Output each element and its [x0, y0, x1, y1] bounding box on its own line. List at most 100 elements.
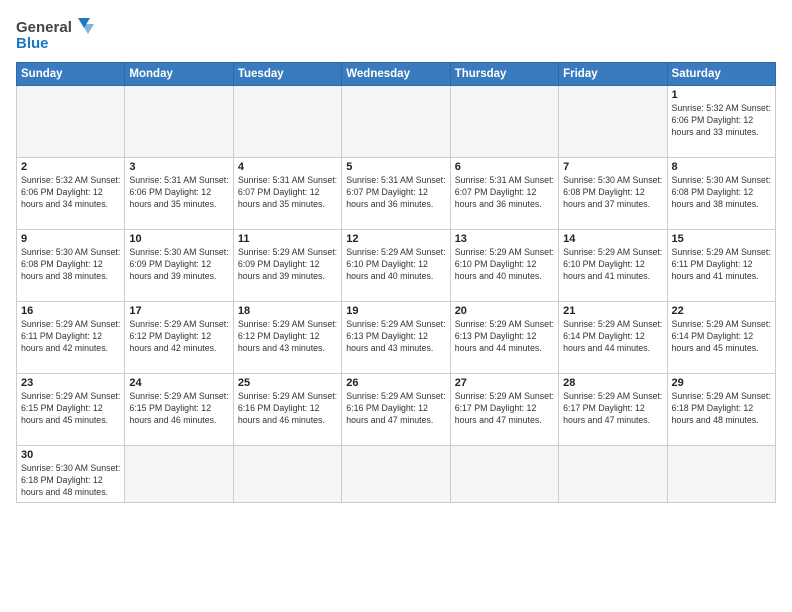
calendar-cell: 8 Sunrise: 5:30 AM Sunset: 6:08 PM Daylig… — [667, 158, 775, 230]
calendar-cell: 22 Sunrise: 5:29 AM Sunset: 6:14 PM Dayli… — [667, 302, 775, 374]
day-number: 17 — [129, 305, 228, 317]
weekday-header-row: SundayMondayTuesdayWednesdayThursdayFrid… — [17, 63, 776, 86]
day-info: Sunrise: 5:29 AM Sunset: 6:12 PM Dayligh… — [129, 319, 228, 355]
calendar-cell — [125, 86, 233, 158]
day-number: 28 — [563, 377, 662, 389]
day-info: Sunrise: 5:29 AM Sunset: 6:15 PM Dayligh… — [129, 391, 228, 427]
calendar-table: SundayMondayTuesdayWednesdayThursdayFrid… — [16, 62, 776, 503]
calendar-cell: 5Sunrise: 5:31 AM Sunset: 6:07 PM Daylig… — [342, 158, 450, 230]
day-info: Sunrise: 5:29 AM Sunset: 6:18 PM Dayligh… — [672, 391, 771, 427]
calendar-cell: 13 Sunrise: 5:29 AM Sunset: 6:10 PM Dayli… — [450, 230, 558, 302]
day-number: 19 — [346, 305, 445, 317]
day-number: 21 — [563, 305, 662, 317]
week-row-4: 16 Sunrise: 5:29 AM Sunset: 6:11 PM Dayli… — [17, 302, 776, 374]
week-row-2: 2 Sunrise: 5:32 AM Sunset: 6:06 PM Daylig… — [17, 158, 776, 230]
day-info: Sunrise: 5:32 AM Sunset: 6:06 PM Dayligh… — [672, 103, 771, 139]
calendar-cell — [342, 86, 450, 158]
day-number: 14 — [563, 233, 662, 245]
day-info: Sunrise: 5:29 AM Sunset: 6:10 PM Dayligh… — [455, 247, 554, 283]
calendar-cell: 3Sunrise: 5:31 AM Sunset: 6:06 PM Daylig… — [125, 158, 233, 230]
day-info: Sunrise: 5:29 AM Sunset: 6:10 PM Dayligh… — [346, 247, 445, 283]
day-number: 16 — [21, 305, 120, 317]
calendar-cell: 11Sunrise: 5:29 AM Sunset: 6:09 PM Dayli… — [233, 230, 341, 302]
day-number: 10 — [129, 233, 228, 245]
calendar-cell: 6Sunrise: 5:31 AM Sunset: 6:07 PM Daylig… — [450, 158, 558, 230]
day-number: 27 — [455, 377, 554, 389]
weekday-header-saturday: Saturday — [667, 63, 775, 86]
calendar-body: 1 Sunrise: 5:32 AM Sunset: 6:06 PM Daylig… — [17, 86, 776, 503]
calendar-header: SundayMondayTuesdayWednesdayThursdayFrid… — [17, 63, 776, 86]
day-info: Sunrise: 5:31 AM Sunset: 6:07 PM Dayligh… — [455, 175, 554, 211]
day-number: 7 — [563, 161, 662, 173]
calendar-cell — [667, 446, 775, 503]
day-number: 24 — [129, 377, 228, 389]
day-info: Sunrise: 5:29 AM Sunset: 6:10 PM Dayligh… — [563, 247, 662, 283]
day-info: Sunrise: 5:29 AM Sunset: 6:17 PM Dayligh… — [455, 391, 554, 427]
day-info: Sunrise: 5:30 AM Sunset: 6:18 PM Dayligh… — [21, 463, 120, 499]
calendar-cell: 25Sunrise: 5:29 AM Sunset: 6:16 PM Dayli… — [233, 374, 341, 446]
day-info: Sunrise: 5:29 AM Sunset: 6:14 PM Dayligh… — [672, 319, 771, 355]
calendar-cell: 21 Sunrise: 5:29 AM Sunset: 6:14 PM Dayli… — [559, 302, 667, 374]
calendar-cell — [450, 446, 558, 503]
calendar-cell: 1 Sunrise: 5:32 AM Sunset: 6:06 PM Daylig… — [667, 86, 775, 158]
day-info: Sunrise: 5:29 AM Sunset: 6:11 PM Dayligh… — [672, 247, 771, 283]
day-number: 5 — [346, 161, 445, 173]
calendar-cell — [233, 446, 341, 503]
day-info: Sunrise: 5:30 AM Sunset: 6:09 PM Dayligh… — [129, 247, 228, 283]
day-number: 29 — [672, 377, 771, 389]
day-info: Sunrise: 5:29 AM Sunset: 6:14 PM Dayligh… — [563, 319, 662, 355]
calendar-cell: 27 Sunrise: 5:29 AM Sunset: 6:17 PM Dayli… — [450, 374, 558, 446]
calendar-cell: 23Sunrise: 5:29 AM Sunset: 6:15 PM Dayli… — [17, 374, 125, 446]
weekday-header-monday: Monday — [125, 63, 233, 86]
calendar-cell — [559, 446, 667, 503]
day-info: Sunrise: 5:29 AM Sunset: 6:13 PM Dayligh… — [455, 319, 554, 355]
calendar-cell: 7 Sunrise: 5:30 AM Sunset: 6:08 PM Daylig… — [559, 158, 667, 230]
week-row-5: 23Sunrise: 5:29 AM Sunset: 6:15 PM Dayli… — [17, 374, 776, 446]
day-number: 11 — [238, 233, 337, 245]
calendar-cell: 28 Sunrise: 5:29 AM Sunset: 6:17 PM Dayli… — [559, 374, 667, 446]
weekday-header-friday: Friday — [559, 63, 667, 86]
day-info: Sunrise: 5:29 AM Sunset: 6:16 PM Dayligh… — [238, 391, 337, 427]
calendar-cell: 12Sunrise: 5:29 AM Sunset: 6:10 PM Dayli… — [342, 230, 450, 302]
day-info: Sunrise: 5:30 AM Sunset: 6:08 PM Dayligh… — [563, 175, 662, 211]
day-info: Sunrise: 5:29 AM Sunset: 6:16 PM Dayligh… — [346, 391, 445, 427]
day-number: 3 — [129, 161, 228, 173]
day-number: 30 — [21, 449, 120, 461]
day-info: Sunrise: 5:32 AM Sunset: 6:06 PM Dayligh… — [21, 175, 120, 211]
calendar-cell — [342, 446, 450, 503]
day-number: 1 — [672, 89, 771, 101]
calendar-cell: 18Sunrise: 5:29 AM Sunset: 6:12 PM Dayli… — [233, 302, 341, 374]
weekday-header-sunday: Sunday — [17, 63, 125, 86]
day-info: Sunrise: 5:29 AM Sunset: 6:17 PM Dayligh… — [563, 391, 662, 427]
day-number: 26 — [346, 377, 445, 389]
weekday-header-wednesday: Wednesday — [342, 63, 450, 86]
day-number: 2 — [21, 161, 120, 173]
week-row-1: 1 Sunrise: 5:32 AM Sunset: 6:06 PM Daylig… — [17, 86, 776, 158]
day-info: Sunrise: 5:31 AM Sunset: 6:07 PM Dayligh… — [238, 175, 337, 211]
day-number: 13 — [455, 233, 554, 245]
calendar-cell: 26 Sunrise: 5:29 AM Sunset: 6:16 PM Dayli… — [342, 374, 450, 446]
calendar-cell: 2 Sunrise: 5:32 AM Sunset: 6:06 PM Daylig… — [17, 158, 125, 230]
calendar-cell: 14 Sunrise: 5:29 AM Sunset: 6:10 PM Dayli… — [559, 230, 667, 302]
svg-text:General: General — [16, 19, 72, 36]
general-blue-icon: GeneralBlue — [16, 16, 96, 52]
day-number: 15 — [672, 233, 771, 245]
calendar-cell — [233, 86, 341, 158]
page: GeneralBlue SundayMondayTuesdayWednesday… — [0, 0, 792, 612]
day-info: Sunrise: 5:30 AM Sunset: 6:08 PM Dayligh… — [21, 247, 120, 283]
day-info: Sunrise: 5:30 AM Sunset: 6:08 PM Dayligh… — [672, 175, 771, 211]
calendar-cell: 4Sunrise: 5:31 AM Sunset: 6:07 PM Daylig… — [233, 158, 341, 230]
svg-text:Blue: Blue — [16, 35, 49, 52]
weekday-header-tuesday: Tuesday — [233, 63, 341, 86]
day-info: Sunrise: 5:29 AM Sunset: 6:11 PM Dayligh… — [21, 319, 120, 355]
calendar-cell: 29 Sunrise: 5:29 AM Sunset: 6:18 PM Dayli… — [667, 374, 775, 446]
day-number: 8 — [672, 161, 771, 173]
day-info: Sunrise: 5:29 AM Sunset: 6:15 PM Dayligh… — [21, 391, 120, 427]
header: GeneralBlue — [16, 16, 776, 52]
calendar-cell: 24 Sunrise: 5:29 AM Sunset: 6:15 PM Dayli… — [125, 374, 233, 446]
day-number: 9 — [21, 233, 120, 245]
calendar-cell: 10 Sunrise: 5:30 AM Sunset: 6:09 PM Dayli… — [125, 230, 233, 302]
calendar-cell: 19Sunrise: 5:29 AM Sunset: 6:13 PM Dayli… — [342, 302, 450, 374]
day-number: 22 — [672, 305, 771, 317]
calendar-cell — [559, 86, 667, 158]
